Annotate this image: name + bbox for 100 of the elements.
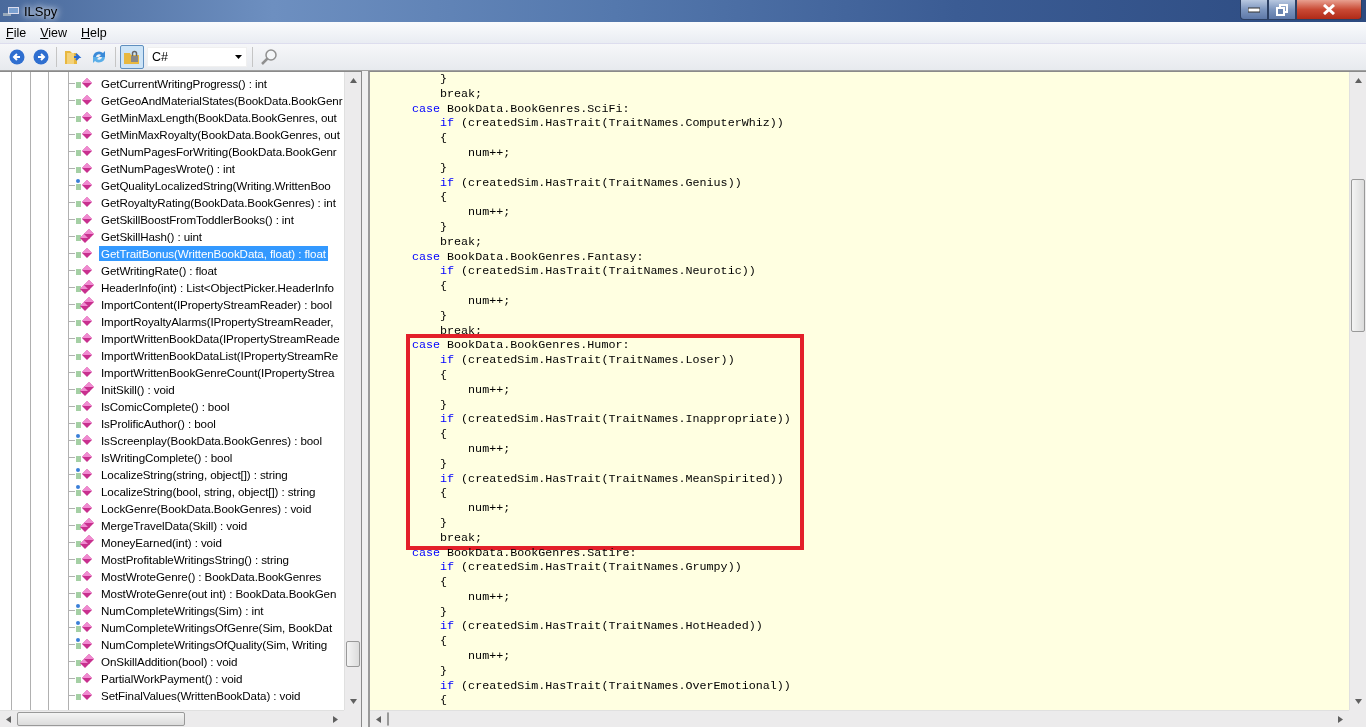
tree-item[interactable]: GetCurrentWritingProgress() : int: [99, 76, 269, 91]
tree-item[interactable]: GetRoyaltyRating(BookData.BookGenres) : int: [99, 195, 338, 210]
diamond-icon: [75, 552, 94, 567]
down-arrow-icon[interactable]: [1354, 698, 1362, 705]
menu-item[interactable]: Help: [75, 23, 113, 42]
refresh-icon: [90, 48, 108, 66]
tree-item[interactable]: ImportWrittenBookData(IPropertyStreamReade: [99, 331, 342, 346]
code-line: }: [439, 663, 449, 679]
scrollbar-thumb[interactable]: [1351, 179, 1365, 333]
minimize-icon: [1248, 6, 1260, 13]
diamond-icon: [75, 348, 94, 363]
tree-item[interactable]: NumCompleteWritingsOfGenre(Sim, BookDat: [99, 620, 335, 635]
code-line: case BookData.BookGenres.Satire:: [412, 545, 638, 561]
tree-item[interactable]: GetSkillBoostFromToddlerBooks() : int: [99, 212, 296, 227]
diamond-icon: [75, 399, 94, 414]
left-arrow-icon[interactable]: [375, 715, 382, 723]
dotted-diamond-icon: [75, 637, 94, 652]
tree-item[interactable]: GetMinMaxLength(BookData.BookGenres, out: [99, 110, 339, 125]
menu-item[interactable]: File: [0, 23, 33, 42]
diamond-icon: [75, 195, 94, 210]
code-line: if (createdSim.HasTrait(TraitNames.Loser)): [439, 353, 736, 368]
down-arrow-icon[interactable]: [349, 698, 357, 705]
tree-item[interactable]: MergeTravelData(Skill) : void: [99, 518, 250, 533]
tree-item[interactable]: LocalizeString(string, object[]) : string: [99, 467, 290, 482]
close-button[interactable]: [1296, 0, 1362, 20]
left-arrow-icon[interactable]: [5, 715, 12, 723]
scrollbar-thumb[interactable]: [346, 641, 360, 668]
diamond-icon: [75, 93, 94, 108]
code-line: num++;: [467, 293, 512, 309]
dotted-diamond-icon: [75, 178, 94, 193]
code-line: if (createdSim.HasTrait(TraitNames.Neurotic)): [439, 264, 757, 280]
tree-item[interactable]: MoneyEarned(int) : void: [99, 535, 224, 550]
diamond-icon: [75, 263, 94, 278]
code-line: break;: [439, 86, 484, 102]
code-line: if (createdSim.HasTrait(TraitNames.HotHeaded)): [439, 619, 764, 635]
tree-item[interactable]: ImportRoyaltyAlarms(IPropertyStreamReader,: [99, 314, 336, 329]
restore-button[interactable]: [1268, 0, 1296, 20]
tree-item[interactable]: GetQualityLocalizedString(Writing.WrittenBoo: [99, 178, 333, 193]
tree-item[interactable]: GetWritingRate() : float: [99, 263, 219, 278]
code-line: num++;: [467, 205, 512, 220]
search-icon: [260, 48, 278, 66]
diamond-icon: [75, 569, 94, 584]
up-arrow-icon[interactable]: [349, 77, 357, 84]
tree-item[interactable]: PartialWorkPayment() : void: [99, 671, 245, 686]
dotted-diamond-icon: [75, 603, 94, 618]
diamond-icon: [75, 110, 94, 125]
tree-item[interactable]: ImportWrittenBookDataList(IPropertyStreamRe: [99, 348, 341, 363]
restore-icon: [1276, 3, 1288, 16]
code-line: if (createdSim.HasTrait(TraitNames.Grumpy)): [439, 560, 743, 576]
tree-item[interactable]: GetGeoAndMaterialStates(BookData.BookGenr: [99, 93, 344, 108]
code-line: if (createdSim.HasTrait(TraitNames.MeanSpirited)): [439, 471, 785, 487]
code-line: }: [439, 308, 449, 324]
double-diamond-icon: [75, 382, 94, 397]
right-arrow-icon[interactable]: [1337, 715, 1344, 723]
code-line: num++;: [467, 441, 512, 457]
code-line: }: [439, 160, 449, 176]
diamond-icon: [75, 365, 94, 380]
diamond-icon: [75, 450, 94, 465]
tree-item[interactable]: GetMinMaxRoyalty(BookData.BookGenres, out: [99, 127, 342, 142]
tree-item[interactable]: ImportContent(IPropertyStreamReader) : bool: [99, 297, 334, 312]
code-line: if (createdSim.HasTrait(TraitNames.Inappropriate)): [439, 412, 792, 428]
diamond-icon: [75, 246, 94, 261]
tree-item[interactable]: NumCompleteWritingsOfQuality(Sim, Writing: [99, 637, 330, 652]
tree-item[interactable]: GetNumPagesForWriting(BookData.BookGenr: [99, 144, 339, 159]
tree-item[interactable]: LocalizeString(bool, string, object[]) : string: [99, 484, 318, 499]
caret-icon: [235, 55, 242, 59]
toggle-button[interactable]: [120, 45, 144, 69]
scrollbar-thumb[interactable]: [17, 712, 186, 726]
code-line: num++;: [467, 146, 512, 161]
code-line: break;: [439, 530, 484, 546]
tree-item[interactable]: InitSkill() : void: [99, 382, 177, 397]
code-line: {: [439, 634, 449, 650]
code-line: if (createdSim.HasTrait(TraitNames.OverEmotional)): [439, 678, 792, 694]
diamond-icon: [75, 144, 94, 159]
tree-item[interactable]: LockGenre(BookData.BookGenres) : void: [99, 501, 314, 516]
menu-item[interactable]: View: [34, 23, 74, 42]
tree-item[interactable]: MostWroteGenre() : BookData.BookGenres: [99, 569, 324, 584]
tree-item[interactable]: ImportWrittenBookGenreCount(IPropertyStrea: [99, 365, 337, 380]
tree-item[interactable]: MostWroteGenre(out int) : BookData.BookGen: [99, 586, 339, 601]
tree-item[interactable]: SetFinalValues(WrittenBookData) : void: [99, 688, 303, 703]
tree-item[interactable]: IsScreenplay(BookData.BookGenres) : bool: [99, 433, 324, 448]
tree-item[interactable]: IsComicComplete() : bool: [99, 399, 232, 414]
tree-item[interactable]: OnSkillAddition(bool) : void: [99, 654, 240, 669]
dotted-diamond-icon: [75, 433, 94, 448]
code-line: break;: [439, 234, 484, 250]
tree-item[interactable]: IsProlificAuthor() : bool: [99, 416, 218, 431]
minimize-button[interactable]: [1240, 0, 1268, 20]
up-arrow-icon[interactable]: [1354, 77, 1362, 84]
code-line: num++;: [467, 382, 512, 398]
right-arrow-icon[interactable]: [332, 715, 339, 723]
scrollbar-thumb[interactable]: [387, 712, 389, 726]
tree-item[interactable]: GetSkillHash() : uint: [99, 229, 204, 244]
diamond-icon: [75, 127, 94, 142]
tree-item[interactable]: IsWritingComplete() : bool: [99, 450, 235, 465]
tree-item[interactable]: GetNumPagesWrote() : int: [99, 161, 237, 176]
tree-item[interactable]: HeaderInfo(int) : List<ObjectPicker.HeaderInfo: [99, 280, 336, 295]
tree-item[interactable]: NumCompleteWritings(Sim) : int: [99, 603, 266, 618]
tree-item[interactable]: MostProfitableWritingsString() : string: [99, 552, 291, 567]
language-dropdown[interactable]: C#: [147, 47, 247, 67]
code-line: num++;: [467, 589, 512, 605]
